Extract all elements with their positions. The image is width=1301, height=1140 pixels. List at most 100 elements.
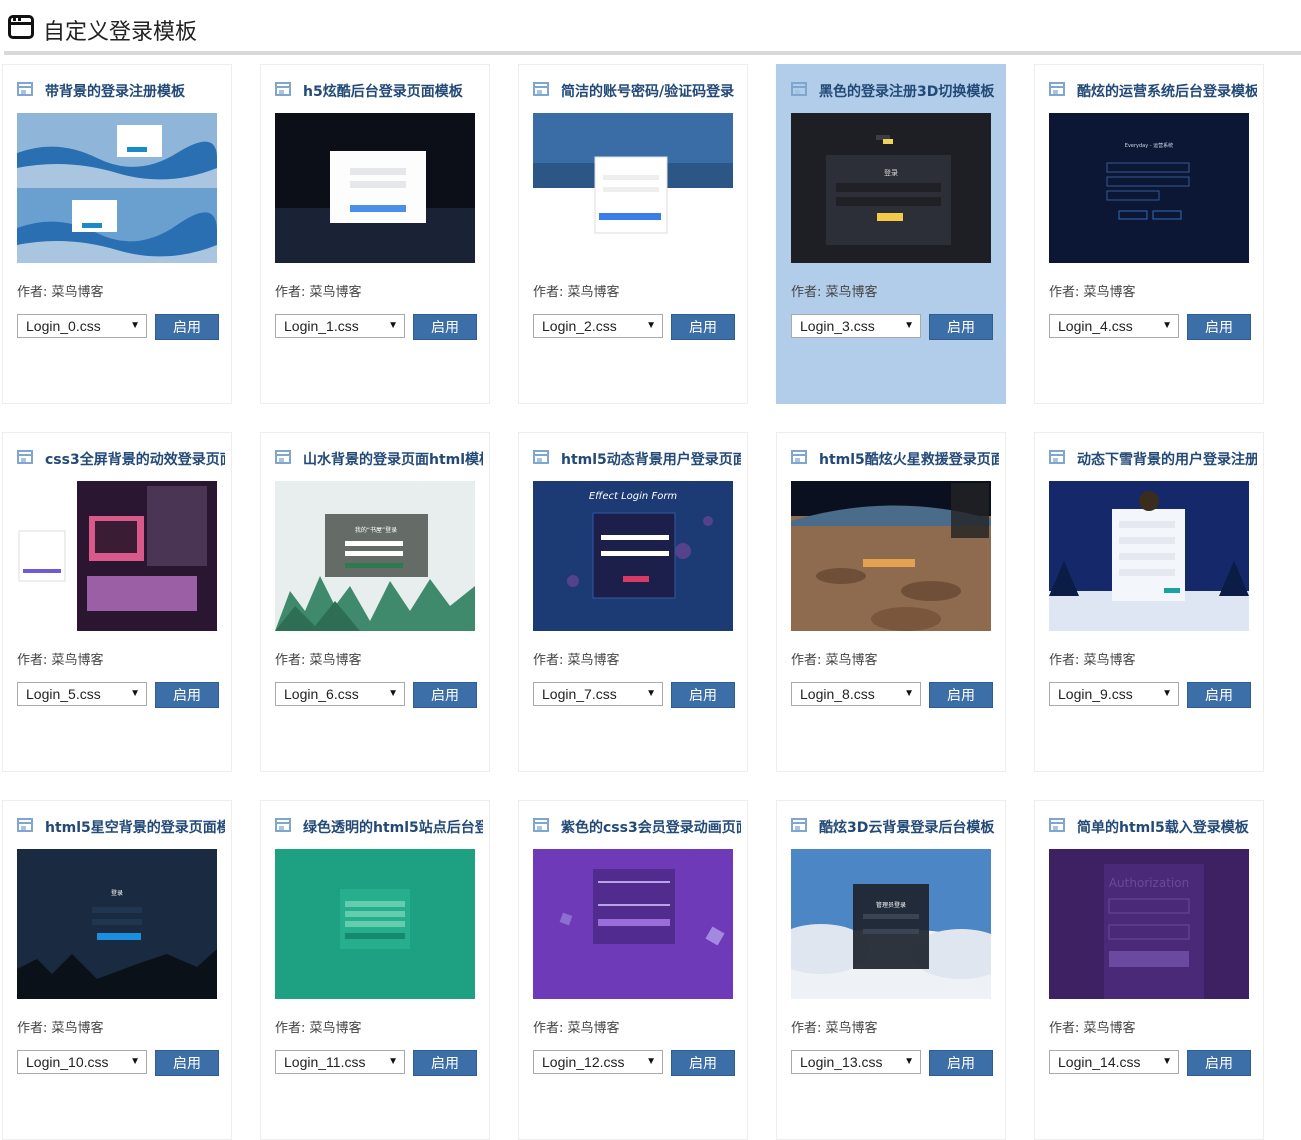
css-select[interactable]: Login_11.css ▼: [275, 1050, 405, 1074]
css-select[interactable]: Login_2.css ▼: [533, 314, 663, 338]
author-label: 作者:: [1049, 653, 1080, 668]
template-icon: [275, 450, 291, 464]
author-line: 作者: 菜鸟博客: [791, 281, 878, 300]
css-select[interactable]: Login_9.css ▼: [1049, 682, 1179, 706]
template-preview-image: [1049, 481, 1249, 631]
svg-text:Effect Login Form: Effect Login Form: [589, 491, 678, 502]
card-title: 山水背景的登录页面html模板: [303, 452, 483, 468]
apply-button[interactable]: 启用: [155, 314, 219, 340]
dropdown-arrow-icon: ▼: [646, 1056, 656, 1067]
apply-button[interactable]: 启用: [413, 1050, 477, 1076]
page-title: 自定义登录模板: [43, 20, 198, 45]
template-card: 简洁的账号密码/验证码登录 作者: 菜鸟博客 Login_2.css ▼ 启用: [518, 64, 748, 404]
author-label: 作者:: [275, 285, 306, 300]
author-name: 菜鸟博客: [825, 285, 878, 300]
apply-button[interactable]: 启用: [671, 682, 735, 708]
author-label: 作者:: [791, 653, 822, 668]
apply-button[interactable]: 启用: [1187, 314, 1251, 340]
card-title: 紫色的css3会员登录动画页面: [561, 820, 741, 836]
template-icon: [275, 82, 291, 96]
apply-button[interactable]: 启用: [155, 1050, 219, 1076]
dropdown-arrow-icon: ▼: [130, 320, 140, 331]
template-preview-image: [533, 849, 733, 999]
css-select-value: Login_14.css: [1058, 1054, 1141, 1070]
author-name: 菜鸟博客: [567, 653, 620, 668]
author-label: 作者:: [1049, 285, 1080, 300]
apply-button[interactable]: 启用: [155, 682, 219, 708]
page-header: 自定义登录模板: [0, 0, 1301, 55]
css-select[interactable]: Login_13.css ▼: [791, 1050, 921, 1074]
apply-button[interactable]: 启用: [671, 314, 735, 340]
template-icon: [1049, 450, 1065, 464]
template-icon: [275, 818, 291, 832]
dropdown-arrow-icon: ▼: [130, 1056, 140, 1067]
author-line: 作者: 菜鸟博客: [275, 649, 362, 668]
css-select[interactable]: Login_5.css ▼: [17, 682, 147, 706]
css-select[interactable]: Login_3.css ▼: [791, 314, 921, 338]
css-select-value: Login_7.css: [542, 686, 617, 702]
author-label: 作者:: [17, 1021, 48, 1036]
card-title: 绿色透明的html5站点后台登录: [303, 820, 483, 836]
card-title: html5酷炫火星救援登录页面: [819, 452, 999, 468]
css-select[interactable]: Login_6.css ▼: [275, 682, 405, 706]
template-card: 黑色的登录注册3D切换模板 登录 作者: 菜鸟博客 Login_3.css ▼ 启…: [776, 64, 1006, 404]
dropdown-arrow-icon: ▼: [1162, 1056, 1172, 1067]
css-select[interactable]: Login_8.css ▼: [791, 682, 921, 706]
css-select-value: Login_9.css: [1058, 686, 1133, 702]
css-select[interactable]: Login_7.css ▼: [533, 682, 663, 706]
dropdown-arrow-icon: ▼: [904, 320, 914, 331]
template-icon: [17, 450, 33, 464]
card-title: 动态下雪背景的用户登录注册: [1077, 452, 1257, 468]
css-select[interactable]: Login_10.css ▼: [17, 1050, 147, 1074]
template-card: html5动态背景用户登录页面 Effect Login Form 作者: 菜鸟…: [518, 432, 748, 772]
author-line: 作者: 菜鸟博客: [533, 1017, 620, 1036]
template-card: 紫色的css3会员登录动画页面 作者: 菜鸟博客 Login_12.css ▼ 启…: [518, 800, 748, 1140]
author-name: 菜鸟博客: [51, 285, 104, 300]
css-select[interactable]: Login_1.css ▼: [275, 314, 405, 338]
author-line: 作者: 菜鸟博客: [17, 649, 104, 668]
card-title: 简单的html5载入登录模板: [1077, 820, 1249, 836]
author-line: 作者: 菜鸟博客: [275, 281, 362, 300]
css-select-value: Login_10.css: [26, 1054, 109, 1070]
dropdown-arrow-icon: ▼: [1162, 320, 1172, 331]
apply-button[interactable]: 启用: [929, 682, 993, 708]
author-label: 作者:: [533, 285, 564, 300]
card-title: 带背景的登录注册模板: [45, 84, 185, 100]
template-card: 酷炫的运营系统后台登录模板 Everyday - 运营系统 作者: 菜鸟博客 L…: [1034, 64, 1264, 404]
css-select[interactable]: Login_4.css ▼: [1049, 314, 1179, 338]
author-label: 作者:: [275, 1021, 306, 1036]
svg-text:管理员登录: 管理员登录: [876, 901, 906, 909]
css-select[interactable]: Login_12.css ▼: [533, 1050, 663, 1074]
header-divider: [4, 51, 1301, 55]
css-select[interactable]: Login_14.css ▼: [1049, 1050, 1179, 1074]
card-title: h5炫酷后台登录页面模板: [303, 84, 463, 100]
apply-button[interactable]: 启用: [929, 1050, 993, 1076]
author-line: 作者: 菜鸟博客: [533, 281, 620, 300]
card-title: html5星空背景的登录页面模板: [45, 820, 225, 836]
dropdown-arrow-icon: ▼: [388, 688, 398, 699]
author-name: 菜鸟博客: [51, 653, 104, 668]
template-preview-image: [275, 849, 475, 999]
author-name: 菜鸟博客: [1083, 653, 1136, 668]
card-title: 简洁的账号密码/验证码登录: [561, 84, 735, 100]
template-card: 带背景的登录注册模板 作者: 菜鸟博客 Login_0.css ▼ 启用: [2, 64, 232, 404]
apply-button[interactable]: 启用: [671, 1050, 735, 1076]
apply-button[interactable]: 启用: [1187, 682, 1251, 708]
svg-text:我的“书屋”登录: 我的“书屋”登录: [355, 526, 397, 534]
apply-button[interactable]: 启用: [929, 314, 993, 340]
css-select[interactable]: Login_0.css ▼: [17, 314, 147, 338]
apply-button[interactable]: 启用: [413, 682, 477, 708]
template-card: css3全屏背景的动效登录页面 作者: 菜鸟博客 Login_5.css ▼ 启用: [2, 432, 232, 772]
apply-button[interactable]: 启用: [413, 314, 477, 340]
template-icon: [791, 82, 807, 96]
apply-button[interactable]: 启用: [1187, 1050, 1251, 1076]
css-select-value: Login_11.css: [284, 1054, 366, 1070]
template-icon: [17, 82, 33, 96]
css-select-value: Login_5.css: [26, 686, 101, 702]
window-icon: [8, 15, 34, 39]
template-icon: [533, 818, 549, 832]
author-name: 菜鸟博客: [309, 285, 362, 300]
author-label: 作者:: [791, 1021, 822, 1036]
dropdown-arrow-icon: ▼: [646, 688, 656, 699]
author-name: 菜鸟博客: [309, 1021, 362, 1036]
